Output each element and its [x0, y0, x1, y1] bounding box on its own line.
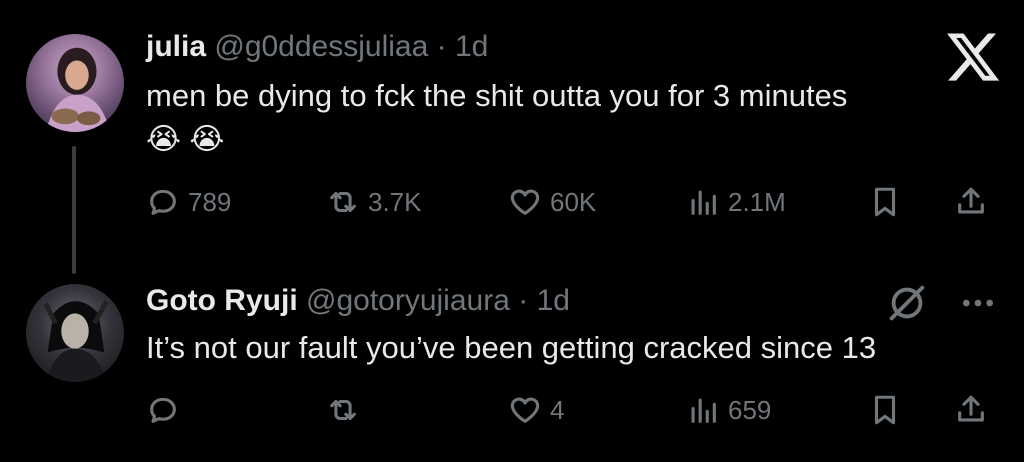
- tweet-actions: 789 3.7K 60K 2.1M: [146, 180, 1000, 224]
- repost-icon: [330, 399, 356, 421]
- share-button[interactable]: [954, 180, 988, 224]
- separator-dot: ·: [518, 284, 529, 317]
- reply-count: 789: [188, 186, 232, 217]
- grok-icon[interactable]: [884, 280, 930, 326]
- bookmark-button[interactable]: [868, 180, 902, 224]
- x-logo-icon: [947, 33, 1000, 81]
- share-icon: [958, 187, 984, 214]
- reply-icon: [150, 189, 176, 215]
- avatar[interactable]: [26, 34, 124, 132]
- avatar[interactable]: [26, 284, 124, 382]
- tweet[interactable]: Goto Ryuji @gotoryujiaura · 1d It’s not …: [0, 280, 1024, 462]
- views-icon: [691, 190, 716, 215]
- views-count: 2.1M: [728, 186, 786, 217]
- like-button[interactable]: 4: [508, 388, 564, 432]
- more-icon[interactable]: [958, 288, 998, 318]
- bookmark-icon: [874, 187, 896, 217]
- views-button[interactable]: 659: [686, 388, 771, 432]
- like-count: 60K: [550, 186, 597, 217]
- share-button[interactable]: [954, 388, 988, 432]
- thread-line: [72, 146, 76, 274]
- heart-icon: [510, 189, 540, 215]
- tweet[interactable]: julia @g0ddessjuliaa · 1d men be dying t…: [0, 0, 1024, 280]
- repost-button[interactable]: [326, 388, 368, 432]
- reply-button[interactable]: [146, 388, 188, 432]
- repost-count: 3.7K: [368, 186, 422, 217]
- username-handle[interactable]: @g0ddessjuliaa: [214, 30, 428, 63]
- username-handle[interactable]: @gotoryujiaura: [306, 284, 510, 317]
- tweet-actions: 4 659: [146, 388, 1000, 432]
- views-count: 659: [728, 394, 772, 425]
- avatar-image: [45, 47, 111, 132]
- heart-icon: [510, 397, 540, 423]
- tweet-header: julia @g0ddessjuliaa · 1d: [146, 30, 488, 64]
- avatar-image: [43, 300, 109, 382]
- tweet-text: It’s not our fault you’ve been getting c…: [146, 330, 877, 365]
- like-button[interactable]: 60K: [508, 180, 596, 224]
- repost-icon: [330, 191, 356, 213]
- views-icon: [691, 398, 716, 423]
- display-name[interactable]: julia: [146, 30, 206, 63]
- views-button[interactable]: 2.1M: [686, 180, 786, 224]
- timestamp[interactable]: 1d: [455, 30, 488, 63]
- reply-icon: [150, 397, 176, 423]
- tweet-text: men be dying to fck the shit outta you f…: [146, 78, 848, 113]
- repost-button[interactable]: 3.7K: [326, 180, 422, 224]
- reply-button[interactable]: 789: [146, 180, 231, 224]
- separator-dot: ·: [436, 30, 447, 63]
- bookmark-button[interactable]: [868, 388, 902, 432]
- share-icon: [958, 395, 984, 422]
- timestamp[interactable]: 1d: [537, 284, 570, 317]
- bookmark-icon: [874, 395, 896, 425]
- display-name[interactable]: Goto Ryuji: [146, 284, 298, 317]
- tweet-header: Goto Ryuji @gotoryujiaura · 1d: [146, 284, 570, 318]
- like-count: 4: [550, 394, 565, 425]
- tweet-emojis: 😭 😭: [146, 123, 225, 156]
